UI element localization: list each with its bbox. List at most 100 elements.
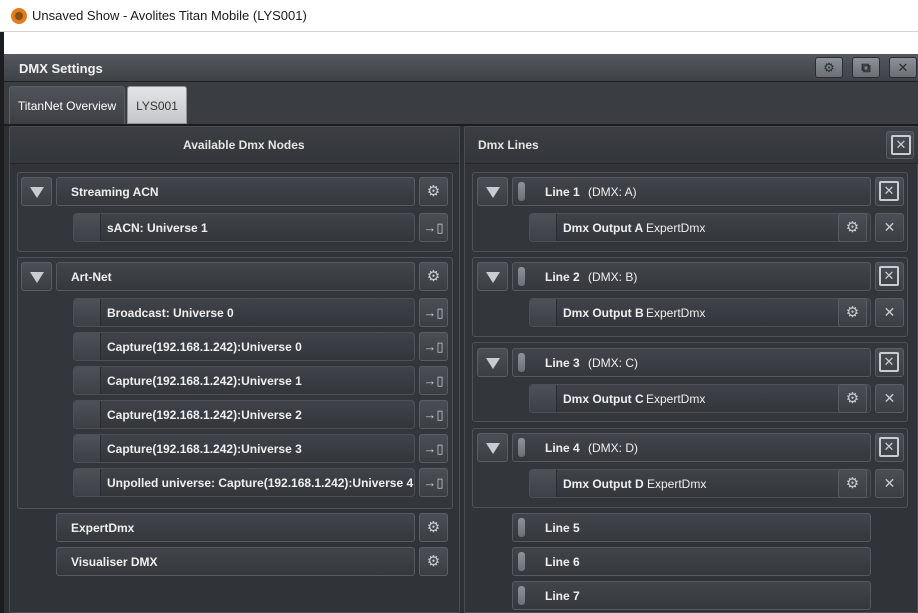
remove-output-button[interactable]: ✕ xyxy=(875,213,904,242)
line-dmx-label: (DMX: C) xyxy=(588,356,638,370)
clear-line-button[interactable]: ✕ xyxy=(875,348,904,377)
window-title: Unsaved Show - Avolites Titan Mobile (LY… xyxy=(32,8,307,23)
node-label: ExpertDmx xyxy=(71,521,135,535)
patch-node-button[interactable]: →▯ xyxy=(419,434,448,463)
node-expertdmx[interactable]: ExpertDmx xyxy=(56,513,415,542)
gear-icon: ⚙ xyxy=(426,268,441,285)
tab-titannet-overview[interactable]: TitanNet Overview xyxy=(9,86,125,124)
node-item[interactable]: Capture(192.168.1.242):Universe 0 xyxy=(73,332,415,361)
patch-node-button[interactable]: →▯ xyxy=(419,298,448,327)
node-item[interactable]: Broadcast: Universe 0 xyxy=(73,298,415,327)
output-name: Dmx Output A xyxy=(563,221,644,235)
node-group-header[interactable]: Streaming ACN xyxy=(56,177,415,206)
clear-line-button[interactable]: ✕ xyxy=(875,177,904,206)
gear-icon: ⚙ xyxy=(426,519,441,536)
clear-box-icon: ✕ xyxy=(879,266,899,286)
output-settings-button[interactable]: ⚙ xyxy=(838,469,867,498)
line-header[interactable]: Line 4 (DMX: D) xyxy=(512,433,871,462)
close-icon: ✕ xyxy=(883,475,896,491)
node-visualiser-dmx[interactable]: Visualiser DMX xyxy=(56,547,415,576)
dialog-restore-button[interactable]: ⧉ xyxy=(852,57,880,78)
clear-box-icon: ✕ xyxy=(879,352,899,372)
remove-output-button[interactable]: ✕ xyxy=(875,384,904,413)
line-7[interactable]: Line 7 xyxy=(512,581,871,610)
output-device: ExpertDmx xyxy=(647,477,707,491)
patch-arrow-icon: →▯ xyxy=(423,305,444,320)
avolites-logo-icon xyxy=(11,8,27,24)
expertdmx-settings-button[interactable]: ⚙ xyxy=(419,513,448,542)
clear-all-lines-button[interactable]: ✕ xyxy=(886,131,914,159)
line-handle-icon xyxy=(518,353,525,372)
patch-node-button[interactable]: →▯ xyxy=(419,213,448,242)
line-6[interactable]: Line 6 xyxy=(512,547,871,576)
dmx-lines-panel-title: Dmx Lines xyxy=(478,138,539,152)
dialog-settings-button[interactable]: ⚙ xyxy=(815,57,843,78)
clear-box-icon: ✕ xyxy=(879,437,899,457)
restore-icon: ⧉ xyxy=(861,60,871,75)
node-item[interactable]: Capture(192.168.1.242):Universe 1 xyxy=(73,366,415,395)
output-name: Dmx Output B xyxy=(563,306,644,320)
node-group-label: Streaming ACN xyxy=(71,185,159,199)
patch-node-button[interactable]: →▯ xyxy=(419,332,448,361)
patch-node-button[interactable]: →▯ xyxy=(419,366,448,395)
line-header[interactable]: Line 2 (DMX: B) xyxy=(512,262,871,291)
triangle-down-icon xyxy=(486,187,500,198)
line-name: Line 5 xyxy=(545,521,580,535)
patch-arrow-icon: →▯ xyxy=(423,407,444,422)
line-5[interactable]: Line 5 xyxy=(512,513,871,542)
tab-lys001[interactable]: LYS001 xyxy=(127,86,187,124)
output-device: ExpertDmx xyxy=(646,306,706,320)
gear-icon: ⚙ xyxy=(845,304,860,321)
line-name: Line 7 xyxy=(545,589,580,603)
line-name: Line 4 xyxy=(545,441,580,455)
gear-icon: ⚙ xyxy=(426,183,441,200)
line-header[interactable]: Line 1 (DMX: A) xyxy=(512,177,871,206)
node-item[interactable]: Capture(192.168.1.242):Universe 3 xyxy=(73,434,415,463)
line-handle-icon xyxy=(518,267,525,286)
dialog-close-button[interactable]: ✕ xyxy=(889,57,917,78)
art-net-settings-button[interactable]: ⚙ xyxy=(419,262,448,291)
output-settings-button[interactable]: ⚙ xyxy=(838,298,867,327)
remove-output-button[interactable]: ✕ xyxy=(875,469,904,498)
expand-line-button[interactable] xyxy=(477,262,508,291)
line-handle-icon xyxy=(518,518,525,537)
patch-arrow-icon: →▯ xyxy=(423,339,444,354)
expand-line-button[interactable] xyxy=(477,348,508,377)
triangle-down-icon xyxy=(486,272,500,283)
line-output[interactable]: Dmx Output B ExpertDmx xyxy=(529,298,871,327)
close-icon: ✕ xyxy=(883,304,896,320)
line-header[interactable]: Line 3 (DMX: C) xyxy=(512,348,871,377)
expand-art-net-button[interactable] xyxy=(21,262,52,291)
line-output[interactable]: Dmx Output C ExpertDmx xyxy=(529,384,871,413)
output-device: ExpertDmx xyxy=(646,221,706,235)
clear-line-button[interactable]: ✕ xyxy=(875,262,904,291)
streaming-acn-settings-button[interactable]: ⚙ xyxy=(419,177,448,206)
remove-output-button[interactable]: ✕ xyxy=(875,298,904,327)
gear-icon: ⚙ xyxy=(823,60,835,75)
close-icon: ✕ xyxy=(883,219,896,235)
line-output[interactable]: Dmx Output A ExpertDmx xyxy=(529,213,871,242)
patch-node-button[interactable]: →▯ xyxy=(419,400,448,429)
output-device: ExpertDmx xyxy=(646,392,706,406)
patch-node-button[interactable]: →▯ xyxy=(419,468,448,497)
output-name: Dmx Output D xyxy=(563,477,644,491)
dialog-title: DMX Settings xyxy=(19,61,103,76)
node-item-label: Capture(192.168.1.242):Universe 0 xyxy=(107,340,302,354)
output-settings-button[interactable]: ⚙ xyxy=(838,213,867,242)
output-settings-button[interactable]: ⚙ xyxy=(838,384,867,413)
close-icon: ✕ xyxy=(897,60,909,75)
node-item[interactable]: Unpolled universe: Capture(192.168.1.242… xyxy=(73,468,415,497)
node-item-label: Capture(192.168.1.242):Universe 1 xyxy=(107,374,302,388)
line-name: Line 1 xyxy=(545,185,580,199)
node-item-sacn-universe-1[interactable]: sACN: Universe 1 xyxy=(73,213,415,242)
clear-line-button[interactable]: ✕ xyxy=(875,433,904,462)
gear-icon: ⚙ xyxy=(845,219,860,236)
line-output[interactable]: Dmx Output D ExpertDmx xyxy=(529,469,871,498)
expand-line-button[interactable] xyxy=(477,433,508,462)
node-group-header[interactable]: Art-Net xyxy=(56,262,415,291)
expand-streaming-acn-button[interactable] xyxy=(21,177,52,206)
line-handle-icon xyxy=(518,586,525,605)
node-item[interactable]: Capture(192.168.1.242):Universe 2 xyxy=(73,400,415,429)
visualiser-dmx-settings-button[interactable]: ⚙ xyxy=(419,547,448,576)
expand-line-button[interactable] xyxy=(477,177,508,206)
